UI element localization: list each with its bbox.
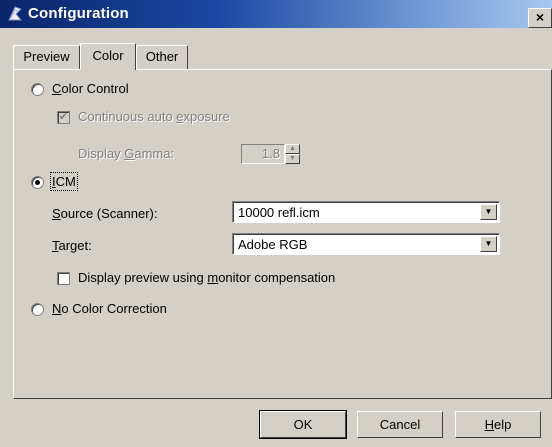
dropdown-button[interactable]: ▼ [480,204,497,220]
checkmark-icon: ✔ [58,111,69,123]
close-icon: × [535,9,545,25]
ok-button[interactable]: OK [259,410,347,439]
title-bar[interactable]: Configuration [0,0,552,28]
color-control-label[interactable]: Color Control [52,81,129,96]
window-title: Configuration [28,5,129,22]
cancel-button[interactable]: Cancel [357,411,443,438]
no-color-correction-label[interactable]: No Color Correction [52,301,167,316]
no-color-correction-radio[interactable] [31,303,44,316]
tab-label: Color [92,48,124,63]
monitor-compensation-checkbox[interactable] [57,272,70,285]
tab-label: Preview [23,49,70,64]
tab-label: Other [145,49,179,64]
chevron-down-icon: ▼ [484,239,493,248]
icm-label[interactable]: ICM [50,172,78,191]
close-button[interactable]: × [528,8,552,28]
dropdown-button[interactable]: ▼ [480,236,497,252]
source-profile-select[interactable]: 10000 refl.icm ▼ [232,201,500,223]
display-gamma-field[interactable]: 1.8 [241,144,285,164]
auto-exposure-checkbox[interactable]: ✔ [57,111,70,124]
source-label: Source (Scanner): [52,206,158,221]
scanner-app-icon [8,6,23,21]
gamma-down-button[interactable]: ▼ [285,154,300,164]
tab-other[interactable]: Other [136,45,188,69]
spin-down-icon: ▼ [289,155,296,162]
radio-selected-dot [35,180,40,185]
source-profile-value: 10000 refl.icm [238,205,320,220]
icm-radio[interactable] [31,176,44,189]
monitor-compensation-label[interactable]: Display preview using monitor compensati… [78,270,335,285]
tab-preview[interactable]: Preview [13,45,80,69]
target-label: Target: [52,238,92,253]
tab-color[interactable]: Color [80,43,136,70]
gamma-up-button[interactable]: ▲ [285,144,300,154]
chevron-down-icon: ▼ [484,207,493,216]
auto-exposure-label: Continuous auto exposure [78,109,230,124]
target-profile-value: Adobe RGB [238,237,308,252]
help-button[interactable]: Help [455,411,541,438]
target-profile-select[interactable]: Adobe RGB ▼ [232,233,500,255]
color-control-radio[interactable] [31,83,44,96]
display-gamma-label: Display Gamma: [78,146,175,161]
spin-up-icon: ▲ [289,145,296,152]
